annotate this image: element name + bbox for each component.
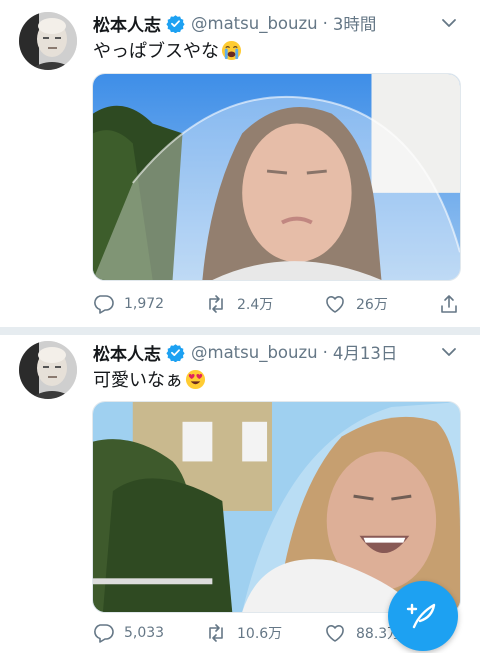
tweet-divider [0,327,480,335]
loudly-crying-face-icon [221,40,242,61]
tweet-photo[interactable] [92,401,461,613]
compose-tweet-icon [406,603,436,629]
like-button[interactable]: 26万 [324,291,388,317]
retweet-icon [209,624,223,642]
user-handle[interactable]: @matsu_bouzu [191,14,318,33]
tweet[interactable]: 松本人志 @matsu_bouzu · 3時間 やっぱブスやな 1,972 2.… [0,0,480,327]
reply-icon [94,624,114,643]
chevron-down-icon[interactable] [438,341,460,363]
tweet-text-content: やっぱブスやな [93,41,219,62]
avatar[interactable] [19,341,77,399]
retweet-count: 10.6万 [237,626,283,642]
heart-eyes-face-icon [185,369,206,390]
tweet-header: 松本人志 @matsu_bouzu · 4月13日 [93,339,460,365]
verified-badge-icon [166,343,185,362]
tweet-text: 可愛いなぁ [93,366,206,392]
share-icon [441,295,457,313]
share-button[interactable] [438,291,460,317]
reply-button[interactable]: 5,033 [92,620,164,646]
compose-tweet-button[interactable] [388,581,458,651]
tweet-text: やっぱブスやな [93,37,242,63]
heart-icon [326,625,344,642]
tweet-header: 松本人志 @matsu_bouzu · 3時間 [93,10,460,36]
separator-dot: · [322,342,328,362]
reply-count: 5,033 [124,625,165,641]
avatar[interactable] [19,12,77,70]
retweet-icon [209,295,223,313]
reply-count: 1,972 [124,296,165,312]
reply-icon [94,295,114,314]
tweet-text-content: 可愛いなぁ [93,370,183,391]
like-count: 26万 [356,297,388,313]
user-handle[interactable]: @matsu_bouzu [191,343,318,362]
tweet-photo[interactable] [92,73,461,281]
timestamp[interactable]: 3時間 [333,11,377,35]
display-name[interactable]: 松本人志 [93,340,161,365]
chevron-down-icon[interactable] [438,12,460,34]
retweet-button[interactable]: 2.4万 [205,291,273,317]
separator-dot: · [322,13,328,33]
tweet-actions: 1,972 2.4万 26万 [92,291,460,317]
reply-button[interactable]: 1,972 [92,291,164,317]
retweet-button[interactable]: 10.6万 [205,620,282,646]
timestamp[interactable]: 4月13日 [333,340,398,364]
retweet-count: 2.4万 [237,297,274,313]
verified-badge-icon [166,14,185,33]
heart-icon [326,296,344,313]
display-name[interactable]: 松本人志 [93,11,161,36]
